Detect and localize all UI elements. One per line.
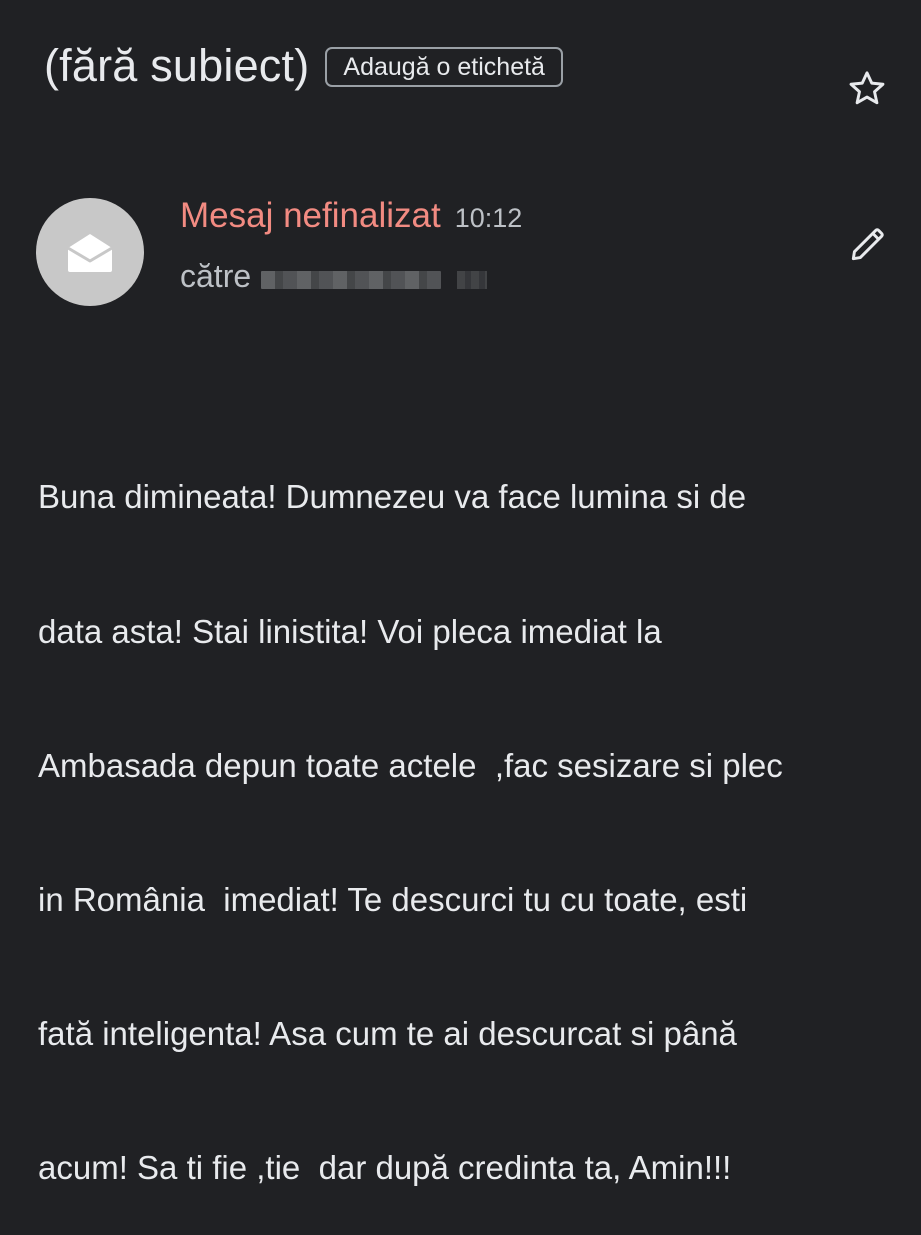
message-time: 10:12 (454, 203, 523, 233)
sender-name[interactable]: Mesaj nefinalizat (180, 196, 441, 236)
star-icon[interactable] (845, 67, 889, 111)
body-line: data asta! Stai linistita! Voi pleca ime… (38, 612, 662, 650)
subject-row: (fără subiect) Adaugă o etichetă (44, 40, 563, 92)
body-line: Buna dimineata! Dumnezeu va face lumina … (38, 478, 747, 516)
envelope-open-icon (67, 234, 113, 272)
edit-draft-button[interactable] (846, 222, 890, 266)
body-line: in România imediat! Te descurci tu cu to… (38, 880, 748, 918)
redacted-recipient (261, 270, 442, 289)
add-label-chip[interactable]: Adaugă o etichetă (325, 47, 563, 87)
star-outline-icon (849, 71, 885, 105)
recipients-row[interactable]: către (180, 258, 488, 295)
to-label: către (180, 258, 252, 294)
sender-avatar[interactable] (36, 198, 144, 306)
redacted-recipient-tail (457, 270, 488, 289)
email-subject: (fără subiect) (44, 40, 310, 91)
message-body: Buna dimineata! Dumnezeu va face lumina … (38, 386, 898, 1235)
sender-row: Mesaj nefinalizat 10:12 (180, 196, 522, 236)
body-line: acum! Sa ti fie ,tie dar după credinta t… (38, 1148, 732, 1186)
body-line: fată inteligenta! Asa cum te ai descurca… (38, 1014, 737, 1052)
body-line: Ambasada depun toate actele ,fac sesizar… (38, 746, 783, 784)
pencil-icon (851, 228, 884, 261)
